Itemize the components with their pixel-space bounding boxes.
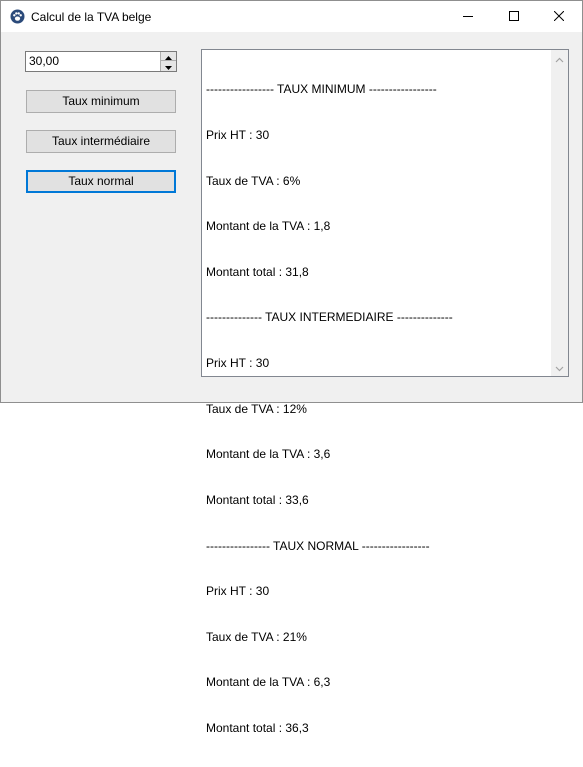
output-line: -------------- TAUX INTERMEDIAIRE ------…	[206, 310, 453, 325]
price-input[interactable]	[26, 52, 159, 71]
window-title: Calcul de la TVA belge	[31, 10, 152, 24]
results-lines: ----------------- TAUX MINIMUM ---------…	[206, 52, 551, 767]
maximize-icon	[509, 10, 519, 24]
price-spinner	[25, 51, 177, 72]
spin-down-button[interactable]	[160, 61, 176, 71]
client-area: Taux minimum Taux intermédiaire Taux nor…	[1, 32, 582, 735]
output-line: Taux de TVA : 21%	[206, 629, 307, 644]
scroll-down-button[interactable]	[551, 359, 568, 376]
output-line: Montant total : 33,6	[206, 492, 309, 507]
output-line: Taux de TVA : 6%	[206, 173, 301, 188]
results-textarea[interactable]: ----------------- TAUX MINIMUM ---------…	[201, 49, 569, 735]
taux-minimum-button[interactable]: Taux minimum	[26, 90, 176, 113]
title-bar[interactable]: Calcul de la TVA belge	[1, 1, 582, 32]
minimize-icon	[463, 10, 473, 24]
taux-intermediaire-button[interactable]: Taux intermédiaire	[26, 130, 176, 153]
chevron-down-icon	[555, 361, 564, 375]
output-line: Montant de la TVA : 6,3	[206, 675, 331, 690]
scroll-up-button[interactable]	[551, 50, 568, 67]
arrow-down-icon	[165, 59, 172, 73]
app-window: Calcul de la TVA belge 30,00 Taux minimu…	[0, 0, 583, 735]
output-line: ----------------- TAUX MINIMUM ---------…	[206, 82, 437, 97]
taux-normal-button[interactable]: Taux normal	[26, 170, 176, 193]
close-button[interactable]	[536, 1, 582, 32]
output-line: Taux de TVA : 12%	[206, 401, 307, 416]
output-line: ---------------- TAUX NORMAL -----------…	[206, 538, 430, 553]
output-line: Montant de la TVA : 1,8	[206, 219, 331, 234]
output-line: Prix HT : 30	[206, 584, 270, 599]
output-line: Montant total : 36,3	[206, 720, 309, 735]
output-line: Prix HT : 30	[206, 356, 270, 371]
paw-icon	[10, 9, 25, 24]
maximize-button[interactable]	[491, 1, 537, 32]
minimize-button[interactable]	[445, 1, 491, 32]
chevron-up-icon	[555, 52, 564, 66]
close-icon	[553, 10, 565, 24]
vertical-scrollbar[interactable]	[551, 50, 568, 376]
output-line: Prix HT : 30	[206, 128, 270, 143]
output-line: Montant de la TVA : 3,6	[206, 447, 331, 462]
output-line: Montant total : 31,8	[206, 264, 309, 279]
